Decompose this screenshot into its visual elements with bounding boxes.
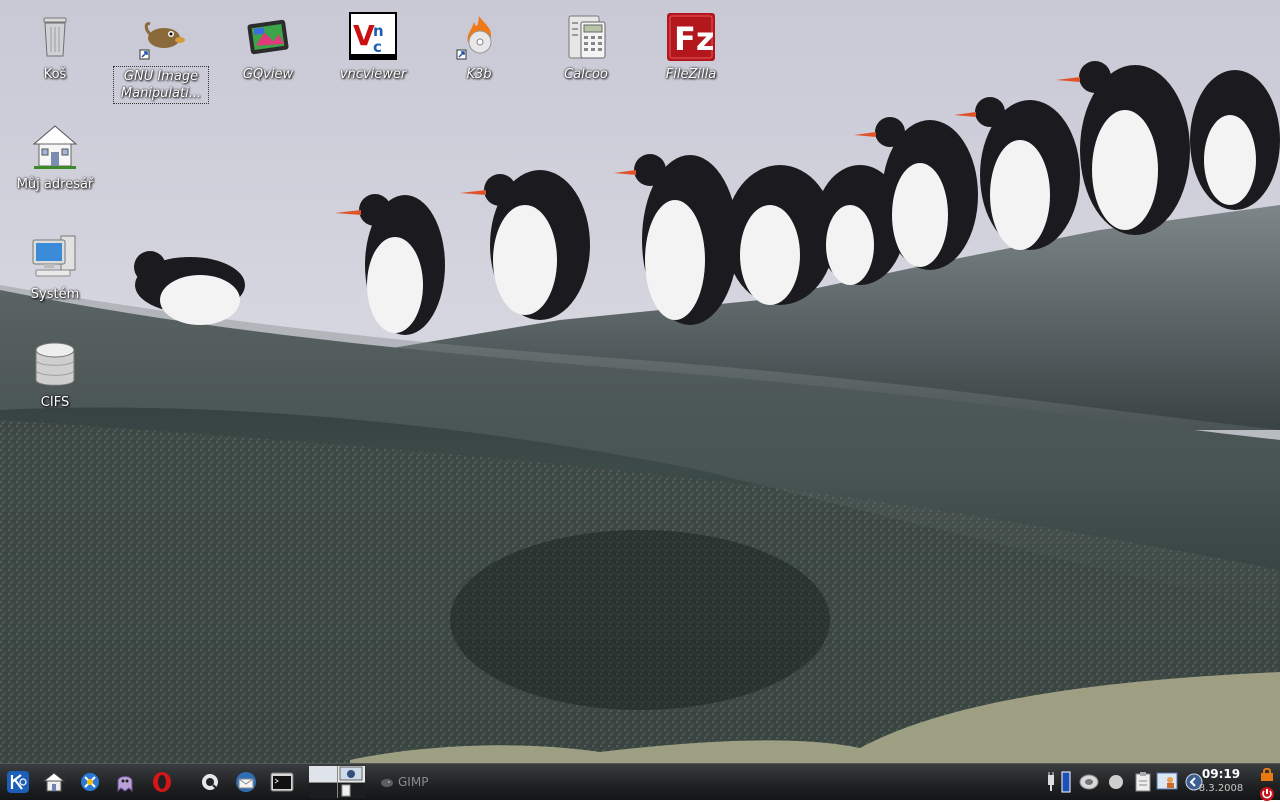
- home-icon: [43, 772, 65, 792]
- ghost-launcher[interactable]: [111, 769, 139, 795]
- desktop-icon-label: Můj adresář: [16, 177, 94, 192]
- pager-desktop-3[interactable]: [309, 782, 337, 798]
- window-thumbnail-icon: [339, 766, 362, 781]
- opera-launcher[interactable]: [148, 769, 176, 795]
- battery-icon[interactable]: [1060, 770, 1072, 794]
- desktop-icon-label: vncviewer: [339, 67, 407, 82]
- disk-icon[interactable]: [1106, 772, 1126, 792]
- filezilla-icon: Fz: [667, 13, 715, 61]
- pager-desktop-4[interactable]: [337, 782, 365, 798]
- kde-menu-button[interactable]: [4, 769, 32, 795]
- svg-text:Fz: Fz: [674, 20, 714, 58]
- pager-desktop-1[interactable]: [309, 766, 337, 782]
- quicktime-icon: [202, 774, 218, 790]
- desktop-icon-label: GQview: [242, 67, 294, 82]
- desktop-icon-trash[interactable]: Koš: [7, 12, 103, 83]
- gimp-small-icon: [381, 779, 393, 787]
- desktop-icon-k3b[interactable]: K3b: [431, 12, 527, 83]
- terminal-launcher[interactable]: [268, 769, 296, 795]
- desktop-icon-label: Koš: [43, 67, 67, 82]
- trash-icon: [43, 17, 67, 57]
- calculator-icon: [568, 15, 606, 59]
- svg-text:V: V: [353, 19, 375, 52]
- home-launcher[interactable]: [40, 769, 68, 795]
- desktop-icon-label: Systém: [30, 287, 80, 302]
- pager-desktop-2[interactable]: [337, 766, 365, 782]
- clipboard-icon[interactable]: [1134, 771, 1152, 793]
- network-icon[interactable]: [1078, 771, 1100, 793]
- desktop-icon-vncviewer[interactable]: V n c vncviewer: [325, 12, 421, 83]
- network-drive-icon: [35, 342, 75, 386]
- opera-icon: [153, 772, 171, 792]
- konqueror-icon: [81, 773, 99, 791]
- task-button-gimp[interactable]: GIMP: [378, 773, 428, 791]
- gimp-icon: [139, 22, 185, 60]
- desktop-icon-filezilla[interactable]: Fz FileZilla: [643, 12, 739, 83]
- home-folder-icon: [32, 125, 78, 169]
- power-plug-icon[interactable]: [1044, 771, 1058, 793]
- k3b-icon: [456, 16, 492, 60]
- desktop-icon-home[interactable]: Můj adresář: [7, 122, 103, 193]
- kde-menu-icon: [7, 771, 29, 793]
- vnc-icon: V n c: [349, 12, 397, 60]
- clock[interactable]: 09:19 8.3.2008: [1192, 767, 1250, 796]
- window-thumbnail-icon: [341, 784, 350, 796]
- desktop-icon-gimp[interactable]: GNU Image Manipulati...: [113, 12, 209, 104]
- desktop-icon-label: Calcoo: [564, 67, 608, 82]
- logout-button[interactable]: [1258, 767, 1276, 802]
- wallpaper: [0, 0, 1280, 800]
- user-icon[interactable]: [1156, 771, 1180, 793]
- thunderbird-launcher[interactable]: [232, 769, 260, 795]
- desktop-icon-label: K3b: [466, 67, 492, 82]
- clock-date: 8.3.2008: [1198, 783, 1244, 794]
- system-tray: [1044, 770, 1204, 794]
- task-label: GIMP: [398, 775, 429, 789]
- konqueror-launcher[interactable]: [76, 769, 104, 795]
- desktop-icon-label: CIFS: [40, 395, 70, 410]
- quicktime-launcher[interactable]: [196, 769, 224, 795]
- clock-time: 09:19: [1201, 767, 1241, 781]
- gqview-icon: [247, 19, 289, 55]
- lock-icon: [1261, 767, 1273, 781]
- computer-icon: [32, 235, 76, 277]
- taskbar: GIMP 09:19 8.3.2008: [0, 763, 1280, 802]
- desktop-pager[interactable]: [309, 766, 365, 798]
- svg-text:c: c: [373, 38, 382, 56]
- desktop-icon-calcoo[interactable]: Calcoo: [538, 12, 634, 83]
- desktop-icon-gqview[interactable]: GQview: [220, 12, 316, 83]
- desktop-icon-system[interactable]: Systém: [7, 232, 103, 303]
- penguin-wallpaper: [0, 0, 1280, 800]
- desktop-icon-label: GNU Image Manipulati...: [113, 66, 209, 104]
- terminal-icon: [270, 772, 294, 792]
- desktop-icon-label: FileZilla: [665, 67, 717, 82]
- desktop-icon-cifs[interactable]: CIFS: [7, 340, 103, 411]
- ghost-icon: [117, 776, 133, 793]
- thunderbird-icon: [236, 772, 256, 792]
